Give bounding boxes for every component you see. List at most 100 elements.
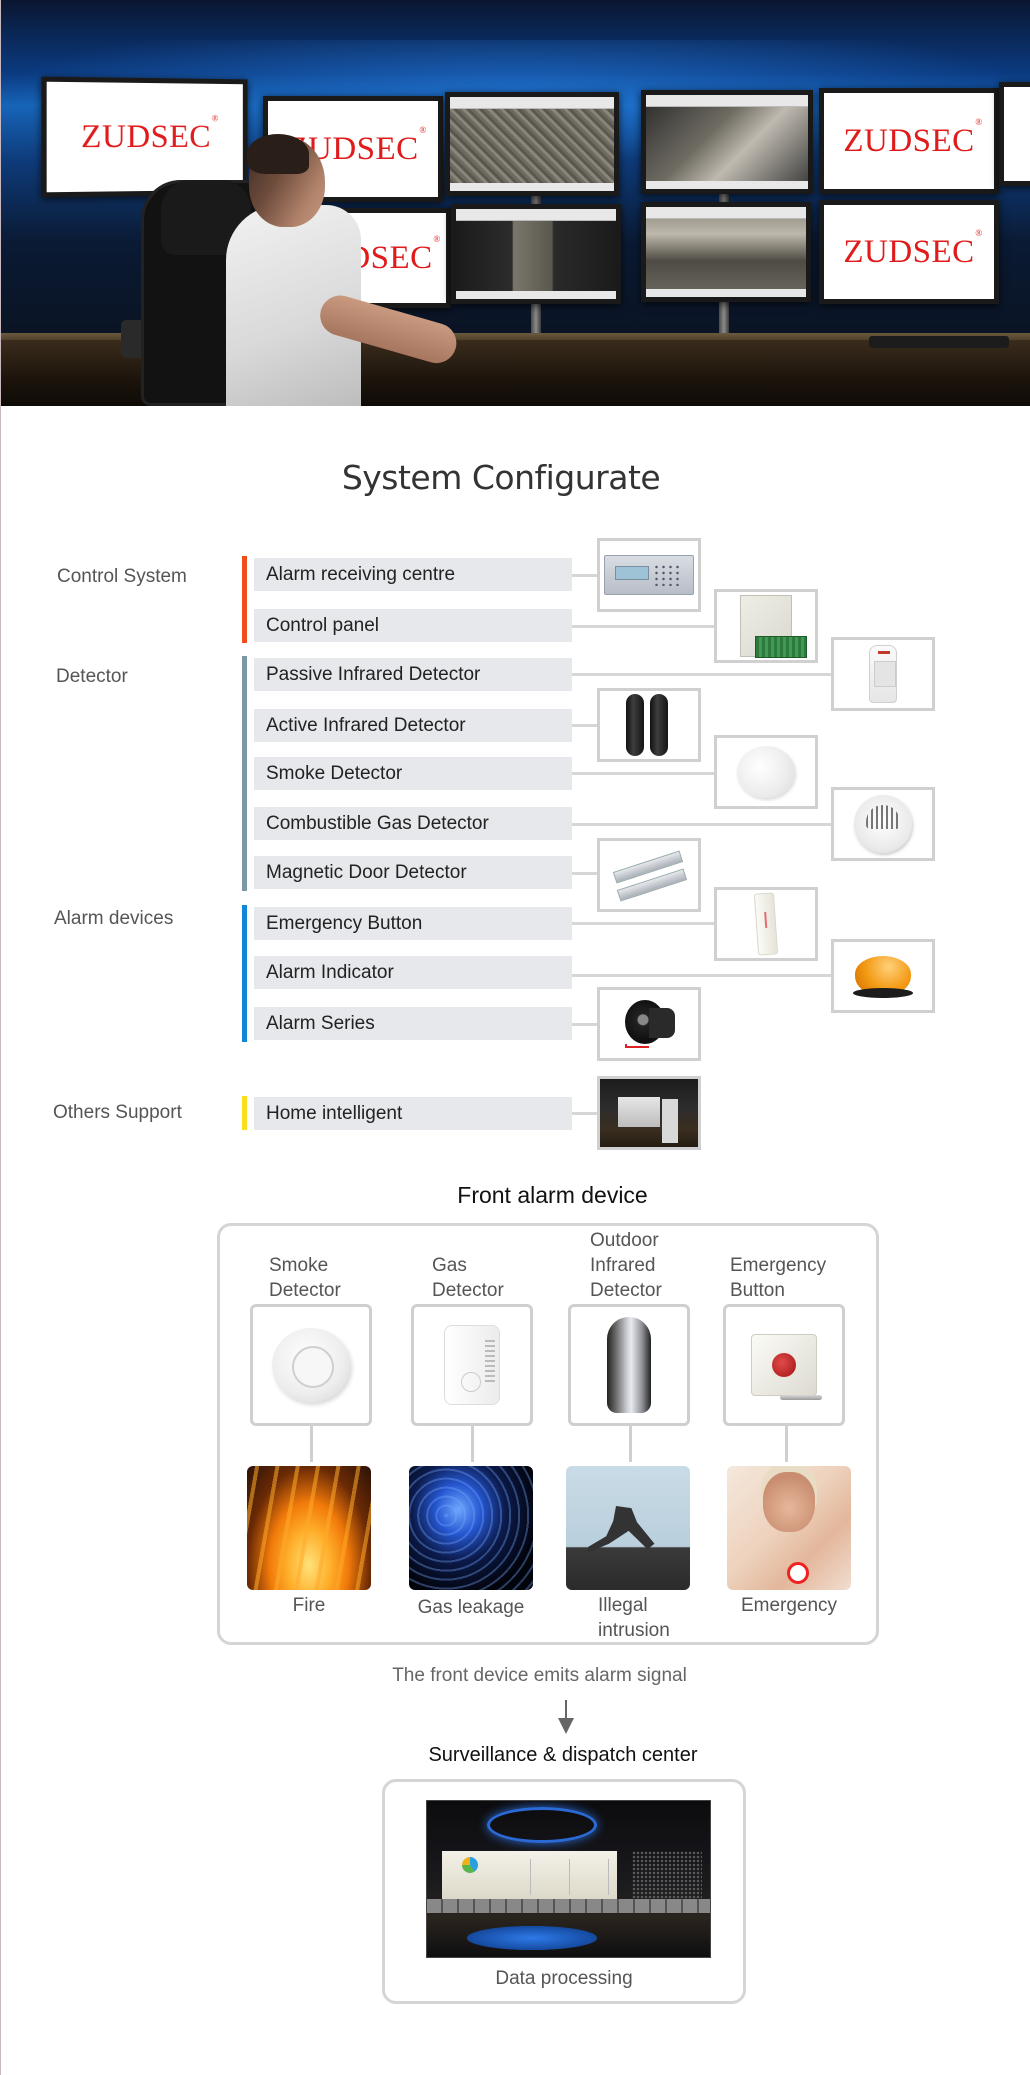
- beam-sensor-icon: [626, 694, 672, 756]
- device-label-emergency-button: Emergency Button: [730, 1255, 827, 1301]
- dispatch-caption: Data processing: [495, 1968, 633, 1989]
- product-box-active-infrared[interactable]: [597, 688, 701, 762]
- connector-line: [471, 1426, 474, 1462]
- device-box-outdoor-infrared[interactable]: [568, 1304, 690, 1426]
- connector-line: [572, 574, 598, 577]
- arrow-down-icon: [558, 1700, 574, 1734]
- product-box-magnetic-door[interactable]: [597, 838, 701, 912]
- emergency-button-icon: [753, 892, 779, 956]
- connector-line: [572, 1023, 598, 1026]
- product-box-alarm-series[interactable]: [597, 987, 701, 1061]
- product-box-gas-detector[interactable]: [831, 787, 935, 861]
- door-contact-icon: [609, 850, 689, 902]
- connector-line: [572, 823, 833, 826]
- connector-line: [572, 922, 715, 925]
- category-label-control-system: Control System: [57, 566, 187, 587]
- scene-gas-leak-image: [409, 1466, 533, 1590]
- scene-label-illegal-intrusion: Illegal intrusion: [598, 1595, 670, 1641]
- scene-intrusion-image: [566, 1466, 690, 1590]
- item-alarm-indicator[interactable]: Alarm Indicator: [254, 956, 572, 989]
- device-box-gas-detector[interactable]: [411, 1304, 533, 1426]
- ceiling-light-ring: [487, 1807, 597, 1843]
- scene-emergency-image: [727, 1466, 851, 1590]
- monitor-camera-feed: [641, 90, 813, 194]
- item-magnetic-door-detector[interactable]: Magnetic Door Detector: [254, 856, 572, 889]
- item-alarm-series[interactable]: Alarm Series: [254, 1007, 572, 1040]
- section-title-dispatch-center: Surveillance & dispatch center: [428, 1744, 698, 1766]
- scene-fire-image: [247, 1466, 371, 1590]
- siren-icon: [621, 996, 677, 1052]
- product-box-control-panel[interactable]: [714, 589, 818, 663]
- scene-label-fire: Fire: [292, 1595, 326, 1616]
- item-emergency-button[interactable]: Emergency Button: [254, 907, 572, 940]
- product-box-smoke-detector[interactable]: [714, 735, 818, 809]
- category-label-alarm-devices: Alarm devices: [54, 908, 174, 929]
- connector-line: [572, 974, 833, 977]
- gas-detector-icon: [444, 1325, 500, 1405]
- section-title-front-alarm-device: Front alarm device: [457, 1182, 648, 1208]
- connector-line: [310, 1426, 313, 1462]
- product-box-emergency-button[interactable]: [714, 887, 818, 961]
- item-active-infrared-detector[interactable]: Active Infrared Detector: [254, 709, 572, 742]
- keyboard: [869, 336, 1009, 348]
- category-label-detector: Detector: [56, 666, 128, 687]
- rack-receiver-icon: [604, 555, 694, 595]
- connector-line: [785, 1426, 788, 1462]
- monitor-brand: ZUDSEC®: [819, 88, 999, 194]
- item-passive-infrared-detector[interactable]: Passive Infrared Detector: [254, 658, 572, 691]
- category-bar-control-system: [242, 556, 247, 643]
- flow-text: The front device emits alarm signal: [392, 1665, 687, 1686]
- operator-hair: [247, 134, 309, 174]
- product-box-alarm-indicator[interactable]: [831, 939, 935, 1013]
- section-title-system-configurate: System Configurate: [341, 458, 661, 497]
- device-box-smoke-detector[interactable]: [250, 1304, 372, 1426]
- product-box-home-intelligent[interactable]: [597, 1076, 701, 1150]
- floor-light: [467, 1926, 597, 1950]
- monitor-map-feed: [445, 92, 619, 196]
- outdoor-infrared-sensor-icon: [607, 1317, 651, 1413]
- strobe-beacon-icon: [853, 952, 913, 1000]
- brand-logo: ZUDSEC®: [843, 116, 983, 159]
- device-label-outdoor-infrared-detector: Outdoor Infrared Detector: [590, 1230, 662, 1301]
- device-box-emergency-button[interactable]: [723, 1304, 845, 1426]
- hero-banner: ZUDSEC® ZUDSEC® ZUDSEC® ZUDSEC® ZUDSEC®: [1, 0, 1030, 406]
- brand-logo: ZUDSEC®: [843, 227, 983, 270]
- smoke-detector-icon: [272, 1328, 350, 1402]
- brand-logo: ZUDSEC®: [80, 112, 219, 155]
- product-box-passive-infrared[interactable]: [831, 637, 935, 711]
- product-box-alarm-receiving-centre[interactable]: [597, 538, 701, 612]
- pir-sensor-icon: [869, 645, 897, 703]
- smart-home-icon: [600, 1079, 698, 1147]
- connector-line: [572, 872, 598, 875]
- item-control-panel[interactable]: Control panel: [254, 609, 572, 642]
- connector-line: [629, 1426, 632, 1462]
- connector-line: [572, 724, 598, 727]
- scene-label-gas-leakage: Gas leakage: [417, 1597, 525, 1618]
- control-panel-icon: [740, 595, 807, 658]
- video-wall: [442, 1851, 617, 1901]
- category-bar-alarm-devices: [242, 905, 247, 1042]
- category-label-others-support: Others Support: [53, 1102, 182, 1123]
- category-bar-others-support: [242, 1096, 247, 1130]
- monitor-camera-feed: [641, 202, 811, 302]
- item-combustible-gas-detector[interactable]: Combustible Gas Detector: [254, 807, 572, 840]
- item-smoke-detector[interactable]: Smoke Detector: [254, 757, 572, 790]
- operator-desks: [427, 1899, 710, 1913]
- connector-line: [572, 625, 715, 628]
- connector-line: [572, 772, 715, 775]
- category-bar-detector: [242, 656, 247, 891]
- panic-button-icon: [751, 1334, 822, 1400]
- monitor-brand: ZUDSEC®: [819, 200, 999, 304]
- item-home-intelligent[interactable]: Home intelligent: [254, 1097, 572, 1130]
- gas-detector-icon: [854, 795, 912, 853]
- control-room-image: [426, 1800, 711, 1958]
- smoke-detector-icon: [737, 746, 795, 798]
- monitor-brand-partial: [999, 82, 1030, 186]
- world-map-wall: [632, 1851, 702, 1901]
- connector-line: [572, 673, 833, 676]
- item-alarm-receiving-centre[interactable]: Alarm receiving centre: [254, 558, 572, 591]
- device-label-gas-detector: Gas Detector: [432, 1255, 504, 1301]
- connector-line: [572, 1112, 598, 1115]
- device-label-smoke-detector: Smoke Detector: [269, 1255, 341, 1301]
- scene-label-emergency: Emergency: [740, 1595, 838, 1616]
